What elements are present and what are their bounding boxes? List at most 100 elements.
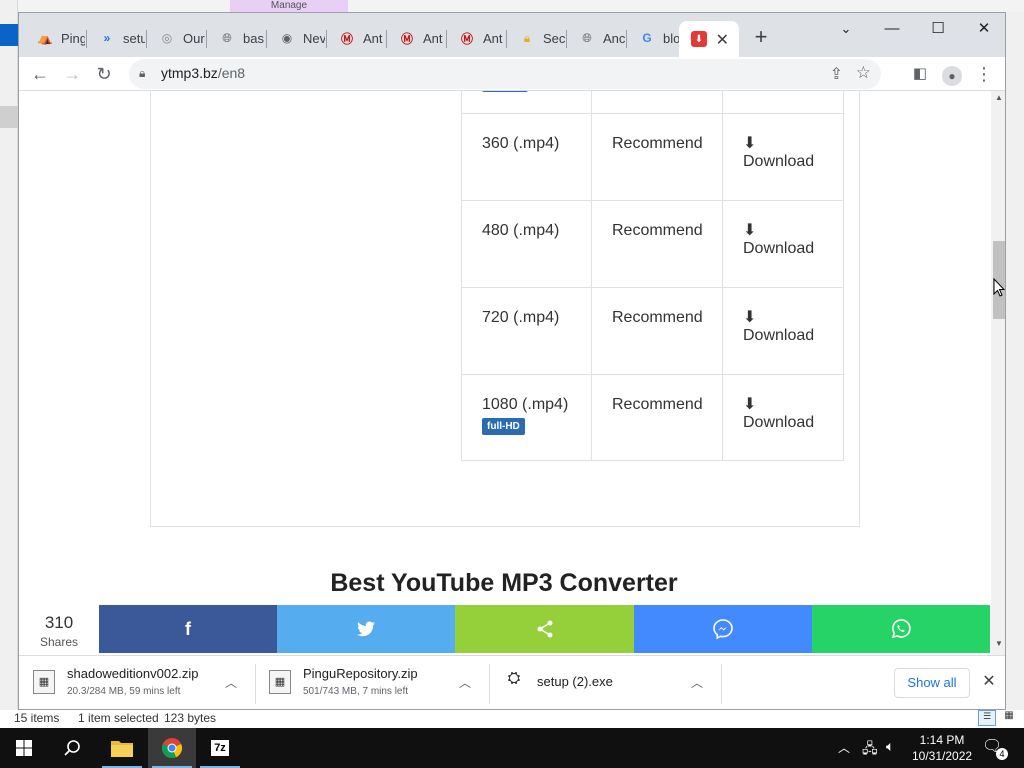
tray-overflow-chevron-icon[interactable]: ︿	[838, 739, 850, 756]
facebook-icon: f	[185, 618, 191, 639]
menu-kebab-icon[interactable]: ⋮	[971, 61, 997, 87]
url-host: ytmp3.bz	[161, 65, 218, 81]
tab-label: Ant	[363, 30, 383, 46]
start-button[interactable]	[0, 728, 48, 768]
tab-anc[interactable]: 🌐︎ Anc	[567, 23, 625, 53]
mcafee-icon: Ⓜ	[460, 31, 473, 46]
network-icon[interactable]: 🖧︎	[862, 738, 878, 762]
tab-setup[interactable]: » setu	[87, 23, 145, 53]
profile-avatar-icon[interactable]: ●	[939, 61, 965, 87]
table-cell	[461, 91, 592, 114]
clock-date: 10/31/2022	[912, 749, 973, 763]
download-filename: shadoweditionv002.zip	[67, 666, 199, 681]
share-count-label: Shares	[39, 635, 79, 649]
download-item-setup[interactable]: ⛭ setup (2).exe ︿	[489, 664, 721, 704]
quality-label: 480 (.mp4)	[482, 222, 560, 239]
download-button-360[interactable]: ⬇︎ Download	[743, 135, 843, 171]
twitter-share-button[interactable]	[277, 605, 455, 653]
details-view-icon[interactable]: ☰	[978, 710, 996, 726]
sharethis-share-button[interactable]	[455, 605, 634, 653]
recommend-cell: Recommend	[591, 287, 723, 375]
volume-icon[interactable]: 🔈︎	[886, 738, 894, 755]
side-panel-icon[interactable]: ◧	[907, 61, 933, 87]
show-all-downloads-button[interactable]: Show all	[894, 668, 970, 698]
chrome-icon: ◉	[281, 31, 293, 45]
recommend-label: Recommend	[612, 309, 703, 326]
maximize-button[interactable]: ☐	[915, 17, 961, 41]
download-button-720[interactable]: ⬇︎ Download	[743, 309, 843, 345]
minimize-button[interactable]: —	[869, 17, 915, 41]
close-downloads-bar-icon[interactable]: ✕	[979, 672, 999, 692]
notification-center-button[interactable]: 🗨︎ 4	[982, 736, 1008, 760]
tab-ping[interactable]: ⛺ Ping	[25, 23, 85, 53]
url-path: /en8	[217, 65, 246, 81]
quality-label: 1080 (.mp4)	[482, 396, 569, 413]
download-label: Download	[743, 414, 815, 431]
google-icon: G	[642, 31, 652, 45]
download-filename: PinguRepository.zip	[303, 666, 418, 681]
background-window-edge	[1006, 12, 1024, 710]
download-button-480[interactable]: ⬇︎ Download	[743, 222, 843, 258]
download-icon: ⬇︎	[743, 309, 757, 326]
tiles-view-icon[interactable]: ▦	[1000, 710, 1018, 726]
chrome-window: ⛺ Ping » setu ◎ Our 🌐︎ bas ◉ Nev Ⓜ Ant Ⓜ Ant Ⓜ A…	[18, 12, 1006, 710]
recommend-cell: Recommend	[591, 200, 723, 288]
tab-strip: ⛺ Ping » setu ◎ Our 🌐︎ bas ◉ Nev Ⓜ Ant Ⓜ Ant Ⓜ A…	[19, 13, 1005, 57]
lock-icon[interactable]: 🔒︎	[139, 66, 145, 81]
download-label: Download	[743, 240, 815, 257]
page-scrollbar[interactable]	[991, 91, 1005, 655]
share-count: 310 Shares	[19, 605, 99, 653]
tab-search-chevron-icon[interactable]: ⌄	[823, 17, 869, 41]
tab-close-icon[interactable]: ✕	[716, 30, 729, 50]
tab-ytmp3-active[interactable]: ⬇ ✕	[679, 21, 739, 57]
7zip-taskbar-button[interactable]: 7z	[196, 728, 244, 768]
messenger-share-button[interactable]	[634, 605, 812, 653]
clock[interactable]: 1:14 PM 10/31/2022	[912, 732, 972, 764]
whatsapp-share-button[interactable]	[812, 605, 990, 653]
scroll-up-arrow-icon[interactable]: ▲	[991, 93, 1005, 107]
file-explorer-taskbar-button[interactable]	[98, 728, 146, 768]
download-item-shadowedition[interactable]: ▦ shadoweditionv002.zip 20.3/284 MB, 59 …	[19, 664, 255, 704]
new-tab-button[interactable]: +	[749, 25, 773, 49]
close-window-button[interactable]: ✕	[961, 17, 1005, 41]
share-count-number: 310	[44, 613, 74, 632]
tab-label: bas	[243, 30, 264, 46]
forward-button[interactable]: →	[59, 61, 85, 87]
address-bar[interactable]: 🔒︎ ytmp3.bz/en8 ⇪ ☆	[129, 59, 881, 89]
tab-sec[interactable]: 🔒︎ Sec	[507, 23, 565, 53]
facebook-share-button[interactable]: f	[99, 605, 277, 653]
chrome-taskbar-button[interactable]	[148, 728, 196, 768]
download-button-1080[interactable]: ⬇︎ Download	[743, 396, 843, 432]
quality-label: 360 (.mp4)	[482, 135, 560, 152]
mcafee-icon: Ⓜ	[340, 31, 353, 46]
share-icon[interactable]: ⇪	[830, 64, 843, 84]
download-item-pingurepository[interactable]: ▦ PinguRepository.zip 501/743 MB, 7 mins…	[255, 664, 489, 704]
browser-toolbar: ← → ↻ 🔒︎ ytmp3.bz/en8 ⇪ ☆ ◧ ● ⋮	[19, 57, 1005, 91]
windows-logo-icon	[16, 740, 32, 756]
bookmark-star-icon[interactable]: ☆	[856, 63, 871, 83]
table-cell	[591, 91, 723, 114]
full-hd-badge: full-HD	[482, 418, 525, 435]
tab-blog[interactable]: Gblo	[627, 23, 679, 53]
back-button[interactable]: ←	[27, 61, 53, 87]
chevron-up-icon[interactable]: ︿	[459, 674, 471, 691]
download-cell: ⬇︎ Download	[722, 374, 844, 461]
tab-label: Ant	[483, 30, 503, 46]
twitter-icon	[357, 621, 375, 637]
search-button[interactable]	[48, 728, 96, 768]
scroll-down-arrow-icon[interactable]: ▼	[991, 639, 1005, 653]
tab-bas[interactable]: 🌐︎ bas	[207, 23, 265, 53]
download-icon: ⬇︎	[743, 222, 757, 239]
double-chevron-icon: »	[103, 31, 111, 45]
zip-file-icon: ▦	[33, 670, 55, 694]
tab-our[interactable]: ◎ Our	[147, 23, 205, 53]
windows-taskbar: 7z ︿ 🖧︎ 🔈︎ 1:14 PM 10/31/2022 🗨︎ 4	[0, 728, 1024, 768]
chevron-up-icon[interactable]: ︿	[691, 674, 703, 691]
tab-new[interactable]: ◉ Nev	[267, 23, 325, 53]
tab-ant-2[interactable]: Ⓜ Ant	[387, 23, 445, 53]
chevron-up-icon[interactable]: ︿	[225, 674, 237, 691]
tab-ant-3[interactable]: Ⓜ Ant	[447, 23, 505, 53]
cursor-arrow-icon	[993, 277, 1006, 297]
tab-ant-1[interactable]: Ⓜ Ant	[327, 23, 385, 53]
reload-button[interactable]: ↻	[91, 61, 117, 87]
